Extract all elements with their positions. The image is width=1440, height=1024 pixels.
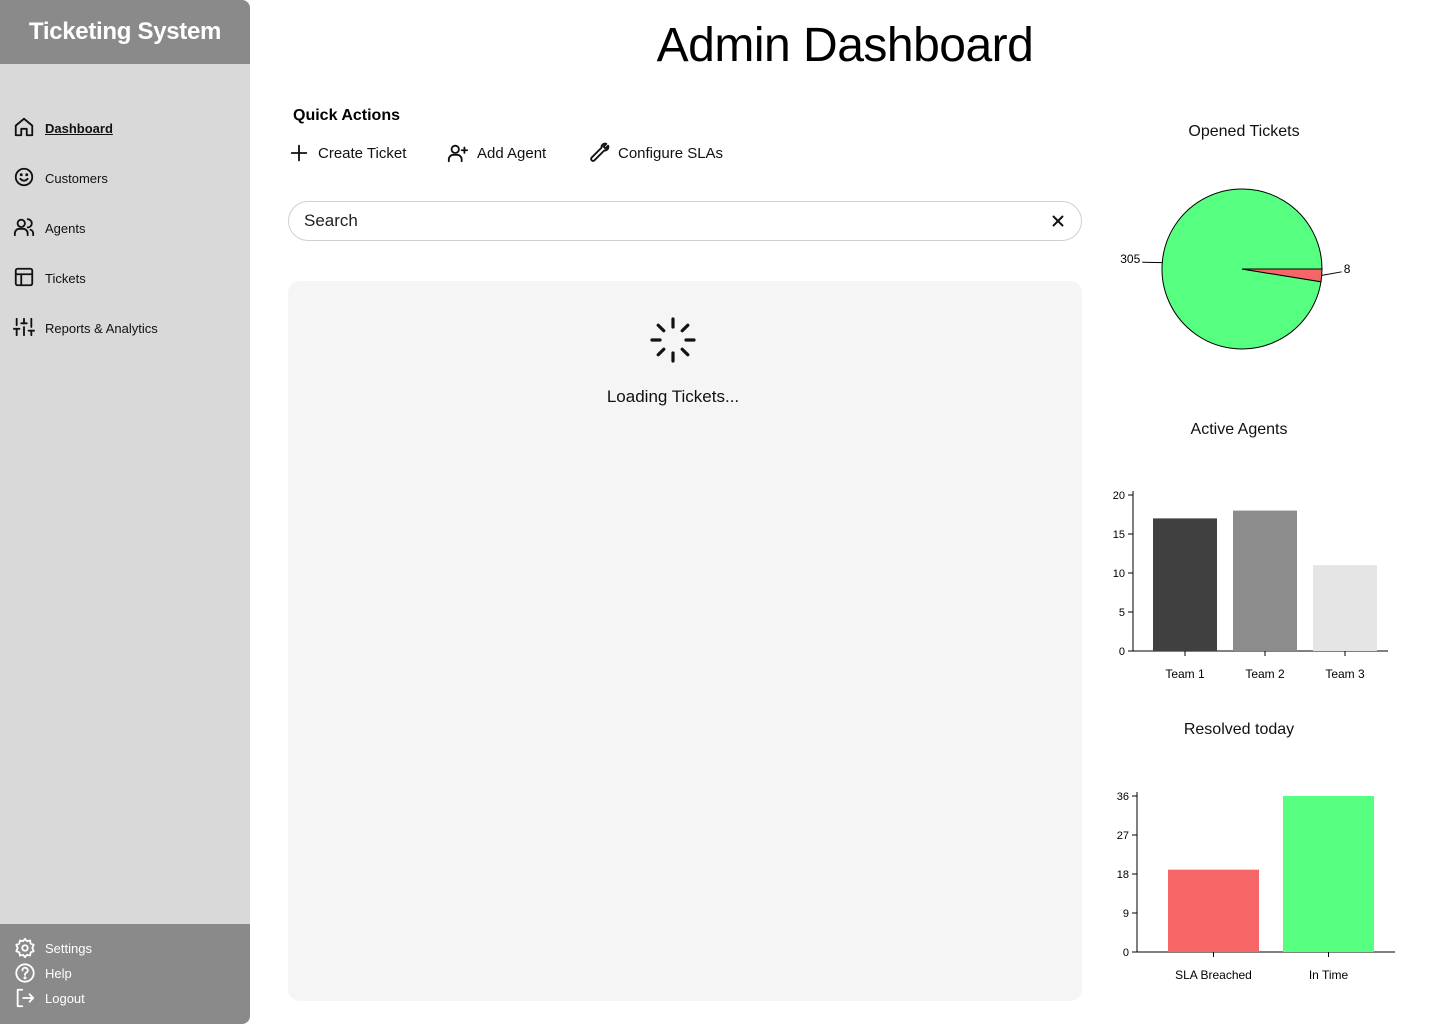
bar (1233, 510, 1297, 651)
sidebar-item-agents[interactable]: Agents (0, 212, 250, 244)
add-agent-label: Add Agent (477, 144, 547, 162)
loading-spinner-icon (650, 317, 696, 363)
sidebar-item-label: Dashboard (45, 121, 113, 136)
sidebar-item-customers[interactable]: Customers (0, 162, 250, 194)
resolved-today-title: Resolved today (1183, 721, 1295, 738)
y-tick-label: 10 (1113, 568, 1125, 580)
smiley-icon (14, 167, 34, 187)
configure-slas-button[interactable]: Configure SLAs (588, 140, 723, 166)
bar (1153, 518, 1217, 651)
ticket-list-panel: Loading Tickets... (288, 281, 1082, 1001)
gear-icon (15, 937, 35, 959)
pie-data-label: 305 (1120, 252, 1140, 266)
home-icon (14, 117, 34, 137)
opened-tickets-title: Opened Tickets (1188, 123, 1300, 140)
search-bar (288, 201, 1082, 241)
sidebar-item-label: Customers (45, 171, 108, 186)
close-icon[interactable] (1049, 212, 1067, 230)
quick-actions-title: Quick Actions (293, 107, 400, 124)
wrench-icon (590, 142, 610, 162)
bar (1283, 796, 1374, 952)
help-link[interactable]: Help (0, 962, 250, 984)
sidebar-item-dashboard[interactable]: Dashboard (0, 112, 250, 144)
sliders-icon (13, 317, 35, 337)
search-input[interactable] (304, 202, 1024, 240)
settings-label: Settings (45, 941, 92, 956)
pie-data-label: 8 (1344, 262, 1351, 276)
sidebar-item-reports[interactable]: Reports & Analytics (0, 312, 250, 344)
x-tick-label: Team 3 (1325, 667, 1365, 681)
sidebar-footer: Settings Help Logout (0, 924, 250, 1024)
resolved-today-bar-chart: 0 9 18 27 36 SLA Breached In Time (1117, 791, 1395, 982)
create-ticket-button[interactable]: Create Ticket (288, 140, 406, 166)
plus-icon (290, 144, 308, 162)
y-tick-label: 15 (1113, 529, 1125, 541)
active-agents-title: Active Agents (1190, 421, 1288, 438)
help-circle-icon (15, 963, 35, 983)
y-tick-label: 18 (1117, 869, 1129, 881)
y-tick-label: 20 (1113, 490, 1125, 502)
create-ticket-label: Create Ticket (318, 144, 407, 162)
page-title: Admin Dashboard (656, 19, 1034, 72)
user-plus-icon (447, 144, 469, 163)
y-tick-label: 9 (1123, 908, 1129, 920)
bar (1313, 565, 1377, 651)
opened-tickets-pie-chart: 305 8 (1120, 188, 1351, 350)
add-agent-button[interactable]: Add Agent (447, 140, 546, 166)
logout-link[interactable]: Logout (0, 987, 250, 1009)
y-tick-label: 0 (1119, 646, 1125, 658)
y-tick-label: 5 (1119, 607, 1125, 619)
pie-leader-line (1321, 271, 1342, 276)
active-agents-bar-chart: 0 5 10 15 20 Team 1 Team 2 Team 3 (1113, 490, 1388, 681)
x-tick-label: Team 2 (1245, 667, 1285, 681)
logout-label: Logout (45, 991, 85, 1006)
y-tick-label: 27 (1117, 830, 1129, 842)
users-icon (13, 218, 35, 237)
y-tick-label: 0 (1123, 947, 1129, 959)
x-tick-label: Team 1 (1165, 667, 1205, 681)
x-tick-label: In Time (1309, 968, 1349, 982)
sidebar-item-label: Agents (45, 221, 86, 236)
sidebar-item-label: Reports & Analytics (45, 321, 158, 336)
sidebar: Ticketing System Dashboard Customers Age… (0, 0, 250, 1024)
x-tick-label: SLA Breached (1175, 968, 1252, 982)
y-tick-label: 36 (1117, 791, 1129, 803)
help-label: Help (45, 966, 72, 981)
bar (1168, 869, 1259, 952)
logout-icon (16, 988, 35, 1008)
loading-text: Loading Tickets... (606, 387, 740, 406)
table-icon (14, 267, 34, 287)
sidebar-header: Ticketing System (0, 0, 250, 64)
settings-link[interactable]: Settings (0, 937, 250, 959)
sidebar-item-label: Tickets (45, 271, 86, 286)
sidebar-item-tickets[interactable]: Tickets (0, 262, 250, 294)
app-title: Ticketing System (28, 18, 222, 45)
configure-slas-label: Configure SLAs (618, 144, 724, 162)
